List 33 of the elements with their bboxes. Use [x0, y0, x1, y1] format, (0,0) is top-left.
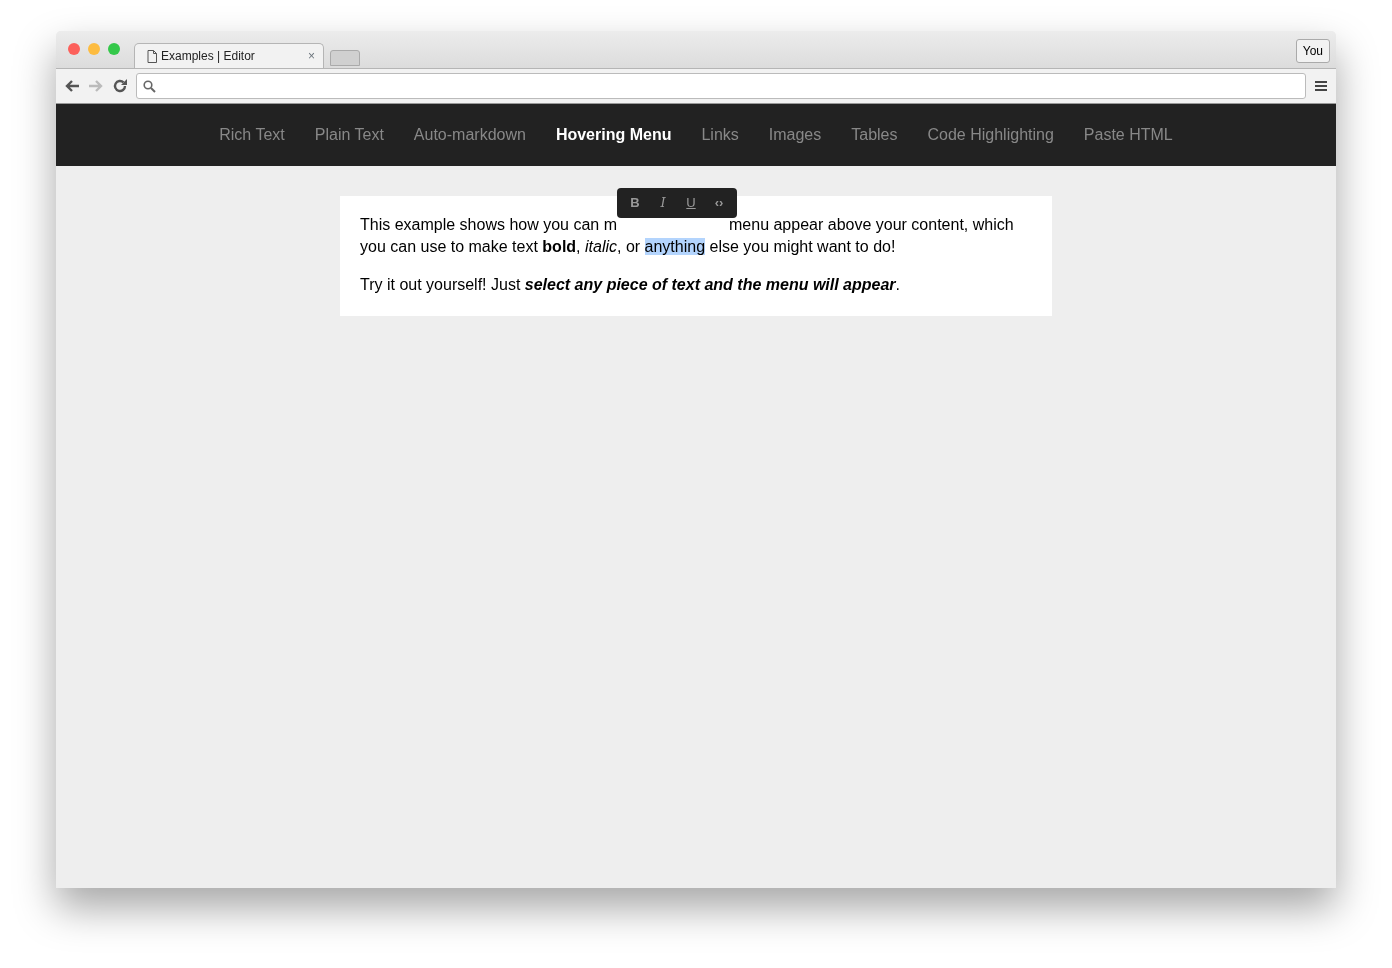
- nav-link[interactable]: Tables: [851, 123, 898, 147]
- browser-tab[interactable]: Examples | Editor ×: [134, 43, 324, 68]
- tab-title: Examples | Editor: [161, 48, 255, 65]
- tab-close-button[interactable]: ×: [308, 47, 315, 65]
- nav-link[interactable]: Paste HTML: [1083, 123, 1173, 147]
- selected-text: anything: [644, 238, 706, 255]
- code-button[interactable]: ‹›: [707, 193, 731, 213]
- reload-icon[interactable]: [112, 78, 128, 94]
- close-window-button[interactable]: [68, 42, 80, 55]
- paragraph-text: you can use to make text bold, italic, or: [360, 238, 642, 255]
- minimize-window-button[interactable]: [88, 42, 100, 55]
- nav-link[interactable]: Rich Text: [219, 123, 285, 147]
- document-icon: [147, 49, 157, 63]
- nav-link[interactable]: Auto-markdown: [413, 123, 526, 147]
- nav-link[interactable]: Images: [768, 123, 822, 147]
- paragraph-text: This example shows how you can m: [360, 216, 617, 233]
- address-bar[interactable]: [136, 73, 1306, 99]
- bold-button[interactable]: B: [623, 193, 647, 213]
- nav-link[interactable]: Links: [701, 123, 739, 147]
- maximize-window-button[interactable]: [108, 42, 120, 55]
- back-icon[interactable]: [64, 79, 80, 93]
- italic-button[interactable]: I: [651, 193, 675, 213]
- paragraph: Try it out yourself! Just select any piece of text and the menu will appear.: [360, 275, 902, 295]
- underline-button[interactable]: U: [679, 193, 703, 213]
- search-icon: [143, 79, 156, 93]
- nav-link[interactable]: Code Highlighting: [927, 123, 1054, 147]
- new-tab-button[interactable]: [330, 50, 360, 66]
- menu-icon[interactable]: [1314, 80, 1328, 92]
- profile-button[interactable]: You: [1295, 39, 1330, 63]
- paragraph-text: menu appear above your content, which: [729, 216, 1014, 233]
- paragraph-text: else you might want to do!: [708, 238, 896, 255]
- nav-link[interactable]: Plain Text: [314, 123, 384, 147]
- nav-link[interactable]: Hovering Menu: [555, 123, 672, 147]
